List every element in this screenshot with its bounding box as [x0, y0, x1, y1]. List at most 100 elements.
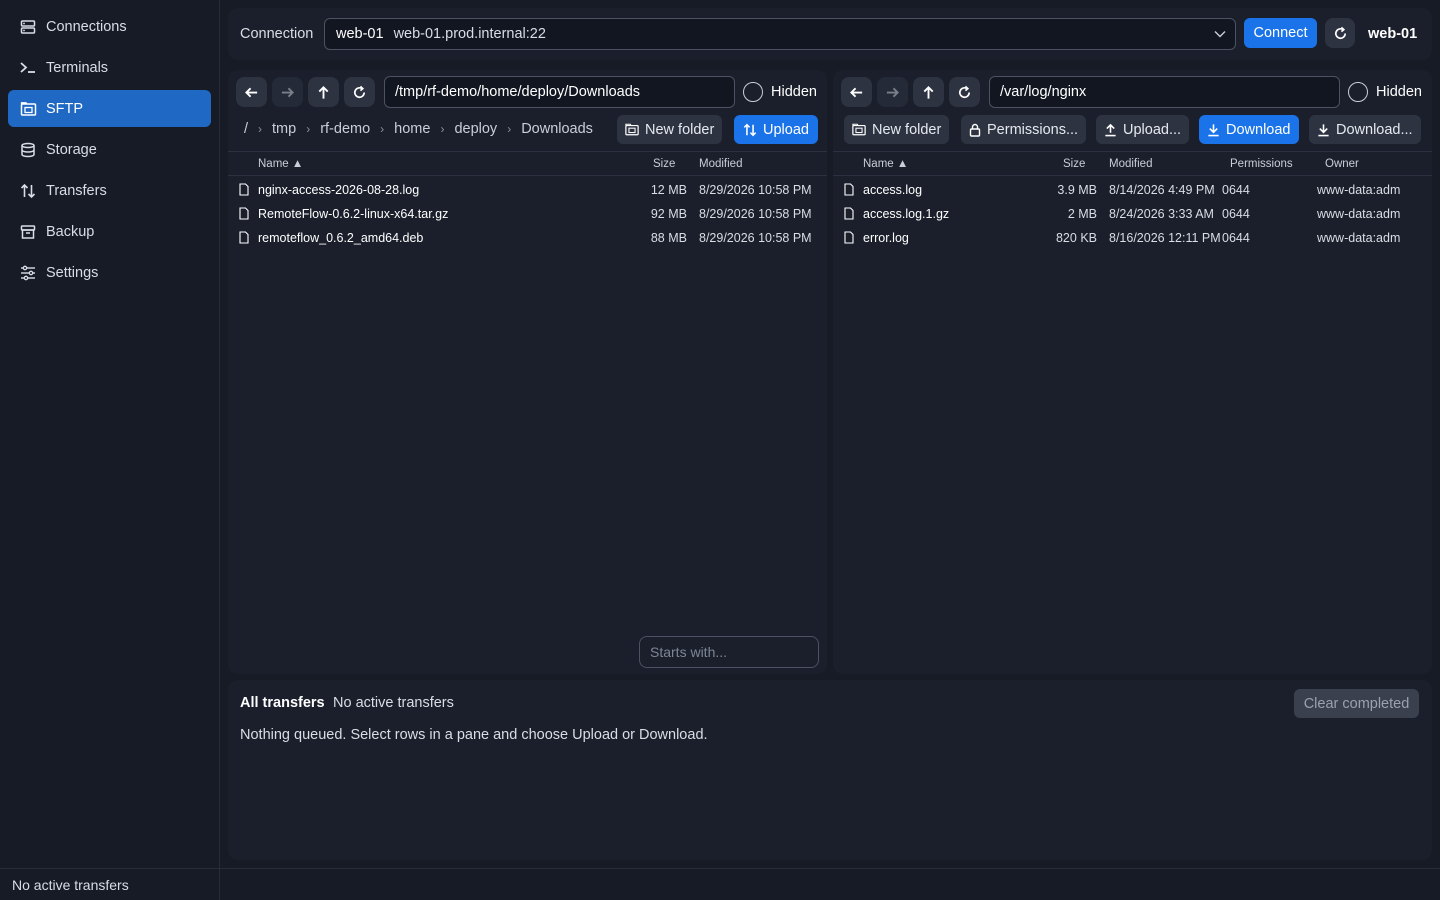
file-icon [239, 231, 249, 247]
sidebar-item-transfers[interactable]: Transfers [8, 172, 211, 209]
breadcrumb-separator: › [440, 122, 445, 136]
download-to-label: Download... [1336, 121, 1413, 138]
file-row[interactable]: remoteflow_0.6.2_amd64.deb 88 MB 8/29/20… [228, 226, 827, 250]
file-modified: 8/29/2026 10:58 PM [699, 183, 812, 197]
sidebar-item-label: SFTP [46, 100, 84, 117]
path-input[interactable] [989, 76, 1340, 108]
sidebar-item-label: Storage [46, 141, 97, 158]
file-row[interactable]: RemoteFlow-0.6.2-linux-x64.tar.gz 92 MB … [228, 202, 827, 226]
download-button[interactable]: Download [1199, 115, 1299, 144]
refresh-button[interactable] [949, 77, 980, 107]
upload-to-label: Upload... [1123, 121, 1182, 138]
column-owner[interactable]: Owner [1325, 158, 1359, 170]
up-button[interactable] [308, 77, 339, 107]
breadcrumb-item[interactable]: tmp [272, 121, 296, 137]
session-name: web-01 [1368, 26, 1418, 42]
sidebar-item-settings[interactable]: Settings [8, 254, 211, 291]
status-bar: No active transfers [0, 868, 1440, 900]
hidden-toggle[interactable]: Hidden [1348, 82, 1422, 102]
refresh-button[interactable] [344, 77, 375, 107]
file-name: remoteflow_0.6.2_amd64.deb [258, 231, 424, 245]
connection-label: Connection [240, 26, 314, 42]
sidebar-item-storage[interactable]: Storage [8, 131, 211, 168]
file-name: error.log [863, 231, 909, 245]
download-icon [1317, 123, 1330, 137]
file-modified: 8/16/2026 12:11 PM [1109, 231, 1221, 245]
arrow-left-icon [849, 85, 864, 100]
breadcrumb-separator: › [306, 122, 311, 136]
upload-to-button[interactable]: Upload... [1096, 115, 1190, 144]
file-modified: 8/14/2026 4:49 PM [1109, 183, 1215, 197]
settings-icon [19, 264, 37, 282]
hidden-radio[interactable] [743, 82, 763, 102]
file-permissions: 0644 [1222, 231, 1250, 245]
breadcrumb-item[interactable]: / [244, 121, 248, 137]
hidden-radio[interactable] [1348, 82, 1368, 102]
back-button[interactable] [841, 77, 872, 107]
file-row[interactable]: error.log 820 KB 8/16/2026 12:11 PM 0644… [833, 226, 1432, 250]
filter-input[interactable] [639, 636, 819, 668]
sidebar-item-backup[interactable]: Backup [8, 213, 211, 250]
storage-icon [19, 141, 37, 159]
sidebar-item-connections[interactable]: Connections [8, 8, 211, 45]
column-size[interactable]: Size [1063, 158, 1085, 170]
file-name: access.log [863, 183, 923, 197]
file-size: 88 MB [650, 231, 687, 245]
forward-button[interactable] [877, 77, 908, 107]
file-modified: 8/29/2026 10:58 PM [699, 207, 812, 221]
folder-plus-icon [852, 123, 866, 136]
connect-button[interactable]: Connect [1244, 18, 1317, 48]
up-button[interactable] [913, 77, 944, 107]
column-modified[interactable]: Modified [699, 158, 742, 170]
file-icon [844, 183, 854, 199]
file-list-header: Name ▲ Size Modified [228, 151, 827, 176]
breadcrumb-item[interactable]: deploy [454, 121, 497, 137]
file-owner: www-data:adm [1317, 183, 1401, 197]
refresh-icon [1333, 26, 1348, 41]
file-icon [239, 183, 249, 199]
lock-icon [969, 123, 981, 137]
column-permissions[interactable]: Permissions [1230, 158, 1293, 170]
file-size: 12 MB [650, 183, 687, 197]
file-row[interactable]: access.log.1.gz 2 MB 8/24/2026 3:33 AM 0… [833, 202, 1432, 226]
upload-icon [1104, 123, 1117, 137]
file-modified: 8/29/2026 10:58 PM [699, 231, 812, 245]
transfers-status: No active transfers [333, 695, 454, 711]
breadcrumb-item[interactable]: rf-demo [320, 121, 370, 137]
file-size: 820 KB [1055, 231, 1097, 245]
sidebar-item-sftp[interactable]: SFTP [8, 90, 211, 127]
transfer-icon [743, 123, 757, 137]
download-label: Download [1226, 121, 1291, 138]
new-folder-button[interactable]: New folder [617, 115, 723, 144]
hidden-toggle[interactable]: Hidden [743, 82, 817, 102]
sidebar-item-terminals[interactable]: Terminals [8, 49, 211, 86]
file-row[interactable]: nginx-access-2026-08-28.log 12 MB 8/29/2… [228, 178, 827, 202]
file-owner: www-data:adm [1317, 207, 1401, 221]
connection-select[interactable]: web-01 web-01.prod.internal:22 [324, 18, 1236, 50]
local-pane: Hidden / › tmp › rf-demo › home › deploy… [228, 70, 827, 674]
file-row[interactable]: access.log 3.9 MB 8/14/2026 4:49 PM 0644… [833, 178, 1432, 202]
forward-button[interactable] [272, 77, 303, 107]
arrow-up-icon [316, 85, 331, 100]
file-name: nginx-access-2026-08-28.log [258, 183, 420, 197]
sidebar-item-label: Connections [46, 18, 127, 35]
refresh-connection-button[interactable] [1325, 18, 1355, 48]
clear-completed-button[interactable]: Clear completed [1294, 689, 1419, 718]
upload-button[interactable]: Upload [734, 115, 818, 144]
arrow-right-icon [280, 85, 295, 100]
path-input[interactable] [384, 76, 735, 108]
column-size[interactable]: Size [653, 158, 675, 170]
breadcrumb-item[interactable]: home [394, 121, 430, 137]
file-icon [844, 231, 854, 247]
permissions-button[interactable]: Permissions... [961, 115, 1087, 144]
column-name[interactable]: Name ▲ [863, 158, 908, 170]
new-folder-button[interactable]: New folder [844, 115, 950, 144]
hidden-label: Hidden [1376, 84, 1422, 100]
back-button[interactable] [236, 77, 267, 107]
connection-host: web-01.prod.internal:22 [393, 26, 546, 42]
column-modified[interactable]: Modified [1109, 158, 1152, 170]
download-to-button[interactable]: Download... [1309, 115, 1421, 144]
breadcrumb-item[interactable]: Downloads [521, 121, 593, 137]
column-name[interactable]: Name ▲ [258, 158, 303, 170]
arrow-right-icon [885, 85, 900, 100]
